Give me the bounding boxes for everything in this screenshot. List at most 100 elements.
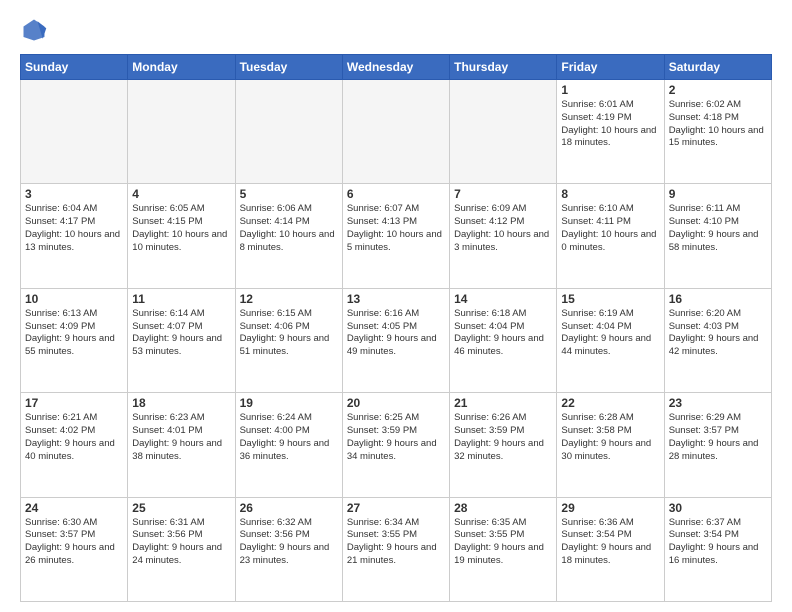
calendar-cell: 18 Sunrise: 6:23 AMSunset: 4:01 PMDayligh… <box>128 393 235 497</box>
calendar-cell: 26Sunrise: 6:32 AMSunset: 3:56 PMDayligh… <box>235 497 342 601</box>
calendar-cell: 29 Sunrise: 6:36 AMSunset: 3:54 PMDayligh… <box>557 497 664 601</box>
day-number: 17 <box>25 396 123 410</box>
day-info: Sunrise: 6:15 AMSunset: 4:06 PMDaylight:… <box>240 308 338 359</box>
calendar-cell: 21 Sunrise: 6:26 AMSunset: 3:59 PMDayligh… <box>450 393 557 497</box>
day-info: Sunrise: 6:35 AMSunset: 3:55 PMDaylight:… <box>454 517 552 568</box>
day-info: Sunrise: 6:23 AMSunset: 4:01 PMDaylight:… <box>132 412 230 463</box>
calendar-header-monday: Monday <box>128 55 235 80</box>
calendar-cell: 22Sunrise: 6:28 AMSunset: 3:58 PMDayligh… <box>557 393 664 497</box>
day-number: 9 <box>669 187 767 201</box>
day-info: Sunrise: 6:13 AMSunset: 4:09 PMDaylight:… <box>25 308 123 359</box>
day-number: 15 <box>561 292 659 306</box>
day-info: Sunrise: 6:19 AMSunset: 4:04 PMDaylight:… <box>561 308 659 359</box>
calendar-header-saturday: Saturday <box>664 55 771 80</box>
calendar-header-wednesday: Wednesday <box>342 55 449 80</box>
day-info: Sunrise: 6:26 AMSunset: 3:59 PMDaylight:… <box>454 412 552 463</box>
calendar-week-2: 10 Sunrise: 6:13 AMSunset: 4:09 PMDayligh… <box>21 288 772 392</box>
day-number: 27 <box>347 501 445 515</box>
day-info: Sunrise: 6:02 AMSunset: 4:18 PMDaylight:… <box>669 99 767 150</box>
calendar-cell: 14 Sunrise: 6:18 AMSunset: 4:04 PMDayligh… <box>450 288 557 392</box>
calendar-cell <box>342 80 449 184</box>
day-number: 4 <box>132 187 230 201</box>
day-number: 6 <box>347 187 445 201</box>
logo-icon <box>20 16 48 44</box>
day-info: Sunrise: 6:01 AMSunset: 4:19 PMDaylight:… <box>561 99 659 150</box>
calendar-cell: 10 Sunrise: 6:13 AMSunset: 4:09 PMDayligh… <box>21 288 128 392</box>
day-info: Sunrise: 6:24 AMSunset: 4:00 PMDaylight:… <box>240 412 338 463</box>
calendar-week-0: 1 Sunrise: 6:01 AMSunset: 4:19 PMDaylight… <box>21 80 772 184</box>
day-number: 20 <box>347 396 445 410</box>
calendar-header-friday: Friday <box>557 55 664 80</box>
calendar-cell: 17 Sunrise: 6:21 AMSunset: 4:02 PMDayligh… <box>21 393 128 497</box>
calendar-cell: 12 Sunrise: 6:15 AMSunset: 4:06 PMDayligh… <box>235 288 342 392</box>
day-info: Sunrise: 6:21 AMSunset: 4:02 PMDaylight:… <box>25 412 123 463</box>
calendar-cell: 16 Sunrise: 6:20 AMSunset: 4:03 PMDayligh… <box>664 288 771 392</box>
day-info: Sunrise: 6:09 AMSunset: 4:12 PMDaylight:… <box>454 203 552 254</box>
day-number: 30 <box>669 501 767 515</box>
day-info: Sunrise: 6:29 AMSunset: 3:57 PMDaylight:… <box>669 412 767 463</box>
calendar-week-1: 3Sunrise: 6:04 AMSunset: 4:17 PMDaylight… <box>21 184 772 288</box>
calendar-cell: 28Sunrise: 6:35 AMSunset: 3:55 PMDayligh… <box>450 497 557 601</box>
calendar-header-tuesday: Tuesday <box>235 55 342 80</box>
day-number: 25 <box>132 501 230 515</box>
calendar-header-sunday: Sunday <box>21 55 128 80</box>
day-info: Sunrise: 6:05 AMSunset: 4:15 PMDaylight:… <box>132 203 230 254</box>
calendar-cell: 11Sunrise: 6:14 AMSunset: 4:07 PMDayligh… <box>128 288 235 392</box>
day-info: Sunrise: 6:28 AMSunset: 3:58 PMDaylight:… <box>561 412 659 463</box>
day-number: 26 <box>240 501 338 515</box>
day-number: 18 <box>132 396 230 410</box>
day-info: Sunrise: 6:11 AMSunset: 4:10 PMDaylight:… <box>669 203 767 254</box>
calendar-cell: 9 Sunrise: 6:11 AMSunset: 4:10 PMDaylight… <box>664 184 771 288</box>
calendar-table: SundayMondayTuesdayWednesdayThursdayFrid… <box>20 54 772 602</box>
calendar-cell: 13Sunrise: 6:16 AMSunset: 4:05 PMDayligh… <box>342 288 449 392</box>
day-number: 2 <box>669 83 767 97</box>
calendar-cell: 30 Sunrise: 6:37 AMSunset: 3:54 PMDayligh… <box>664 497 771 601</box>
calendar-cell: 2 Sunrise: 6:02 AMSunset: 4:18 PMDaylight… <box>664 80 771 184</box>
calendar-cell <box>235 80 342 184</box>
day-number: 8 <box>561 187 659 201</box>
day-number: 3 <box>25 187 123 201</box>
calendar-cell: 3Sunrise: 6:04 AMSunset: 4:17 PMDaylight… <box>21 184 128 288</box>
day-number: 29 <box>561 501 659 515</box>
day-number: 19 <box>240 396 338 410</box>
day-number: 16 <box>669 292 767 306</box>
calendar-cell <box>21 80 128 184</box>
day-info: Sunrise: 6:20 AMSunset: 4:03 PMDaylight:… <box>669 308 767 359</box>
day-number: 7 <box>454 187 552 201</box>
day-number: 21 <box>454 396 552 410</box>
calendar-header-thursday: Thursday <box>450 55 557 80</box>
day-number: 5 <box>240 187 338 201</box>
day-info: Sunrise: 6:16 AMSunset: 4:05 PMDaylight:… <box>347 308 445 359</box>
day-number: 23 <box>669 396 767 410</box>
day-number: 14 <box>454 292 552 306</box>
calendar-cell <box>128 80 235 184</box>
day-info: Sunrise: 6:06 AMSunset: 4:14 PMDaylight:… <box>240 203 338 254</box>
day-info: Sunrise: 6:34 AMSunset: 3:55 PMDaylight:… <box>347 517 445 568</box>
calendar-cell: 27 Sunrise: 6:34 AMSunset: 3:55 PMDayligh… <box>342 497 449 601</box>
day-number: 12 <box>240 292 338 306</box>
day-number: 1 <box>561 83 659 97</box>
calendar-cell: 20Sunrise: 6:25 AMSunset: 3:59 PMDayligh… <box>342 393 449 497</box>
calendar-cell: 7 Sunrise: 6:09 AMSunset: 4:12 PMDaylight… <box>450 184 557 288</box>
page: SundayMondayTuesdayWednesdayThursdayFrid… <box>0 0 792 612</box>
calendar-cell: 25 Sunrise: 6:31 AMSunset: 3:56 PMDayligh… <box>128 497 235 601</box>
calendar-cell: 6 Sunrise: 6:07 AMSunset: 4:13 PMDaylight… <box>342 184 449 288</box>
calendar-cell: 23 Sunrise: 6:29 AMSunset: 3:57 PMDayligh… <box>664 393 771 497</box>
day-info: Sunrise: 6:14 AMSunset: 4:07 PMDaylight:… <box>132 308 230 359</box>
day-info: Sunrise: 6:37 AMSunset: 3:54 PMDaylight:… <box>669 517 767 568</box>
logo <box>20 16 52 44</box>
day-info: Sunrise: 6:10 AMSunset: 4:11 PMDaylight:… <box>561 203 659 254</box>
calendar-week-4: 24Sunrise: 6:30 AMSunset: 3:57 PMDayligh… <box>21 497 772 601</box>
header <box>20 16 772 44</box>
calendar-header-row: SundayMondayTuesdayWednesdayThursdayFrid… <box>21 55 772 80</box>
day-info: Sunrise: 6:07 AMSunset: 4:13 PMDaylight:… <box>347 203 445 254</box>
day-info: Sunrise: 6:18 AMSunset: 4:04 PMDaylight:… <box>454 308 552 359</box>
day-info: Sunrise: 6:36 AMSunset: 3:54 PMDaylight:… <box>561 517 659 568</box>
calendar-cell: 24Sunrise: 6:30 AMSunset: 3:57 PMDayligh… <box>21 497 128 601</box>
day-info: Sunrise: 6:30 AMSunset: 3:57 PMDaylight:… <box>25 517 123 568</box>
calendar-cell: 19 Sunrise: 6:24 AMSunset: 4:00 PMDayligh… <box>235 393 342 497</box>
day-number: 10 <box>25 292 123 306</box>
calendar-cell: 8 Sunrise: 6:10 AMSunset: 4:11 PMDaylight… <box>557 184 664 288</box>
day-info: Sunrise: 6:31 AMSunset: 3:56 PMDaylight:… <box>132 517 230 568</box>
calendar-cell: 1 Sunrise: 6:01 AMSunset: 4:19 PMDaylight… <box>557 80 664 184</box>
